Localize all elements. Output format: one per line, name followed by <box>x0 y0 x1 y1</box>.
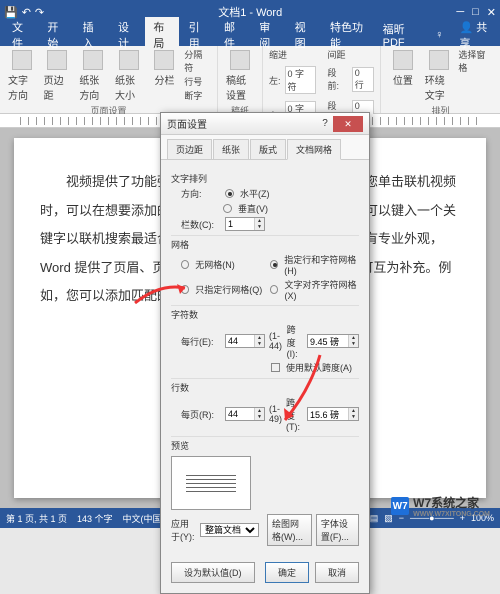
per-line-label: 每行(E): <box>181 335 221 348</box>
ribbon-group-page-setup: 文字方向 页边距 纸张方向 纸张大小 分栏 分隔符 行号 断字 页面设置 <box>0 46 218 113</box>
columns-spinner[interactable]: ▲▼ <box>225 217 265 231</box>
per-page-label: 每页(R): <box>181 408 221 421</box>
radio-vertical[interactable] <box>223 204 232 213</box>
preview-box <box>171 456 251 510</box>
status-words[interactable]: 143 个字 <box>77 512 113 525</box>
ribbon: 文字方向 页边距 纸张方向 纸张大小 分栏 分隔符 行号 断字 页面设置 稿纸设… <box>0 46 500 114</box>
apply-to-select[interactable]: 整篇文档 <box>200 523 259 537</box>
direction-label: 方向: <box>181 187 221 200</box>
radio-no-grid[interactable] <box>181 260 189 269</box>
selection-pane-button[interactable]: 选择窗格 <box>458 48 494 74</box>
line-count-label: 行数 <box>171 378 359 394</box>
margins-button[interactable]: 页边距 <box>42 48 74 104</box>
dialog-close-icon[interactable]: ✕ <box>333 116 363 132</box>
menu-bar: 文件 开始 插入 设计 布局 引用 邮件 审阅 视图 特色功能 福昕PDF ♀ … <box>0 24 500 46</box>
dialog-title: 页面设置 <box>167 116 317 131</box>
watermark-logo-icon: W7 <box>391 497 409 515</box>
dialog-body: 文字排列 方向: 水平(Z) 垂直(V) 栏数(C): ▲▼ 网格 无网格(N)… <box>161 160 369 556</box>
dialog-tab-layout[interactable]: 版式 <box>250 139 286 159</box>
radio-horizontal[interactable] <box>225 189 234 198</box>
dialog-tab-margins[interactable]: 页边距 <box>167 139 212 159</box>
watermark: W7 W7系统之家 WWW.W7XITONG.COM <box>391 494 490 518</box>
pitch-h-spinner[interactable]: ▲▼ <box>307 334 359 348</box>
dialog-tabs: 页边距 纸张 版式 文档网格 <box>161 135 369 160</box>
ribbon-group-paragraph: 缩进 左:0 字符 右:0 字符 间距 段前:0 行 段后:0 行 段落 <box>263 46 381 113</box>
radio-align-grid[interactable] <box>270 285 278 294</box>
pitch-h-label: 跨度(I): <box>287 323 303 359</box>
cancel-button[interactable]: 取消 <box>315 562 359 583</box>
orientation-button[interactable]: 纸张方向 <box>77 48 109 104</box>
dialog-tab-paper[interactable]: 纸张 <box>213 139 249 159</box>
text-direction-button[interactable]: 文字方向 <box>6 48 38 104</box>
watermark-url: WWW.W7XITONG.COM <box>413 511 490 518</box>
radio-spec-grid[interactable] <box>270 260 278 269</box>
tab-tellme[interactable]: ♀ <box>427 27 451 43</box>
font-settings-button[interactable]: 字体设置(F)... <box>316 514 359 546</box>
apply-to-label: 应用于(Y): <box>171 517 196 543</box>
columns-label: 栏数(C): <box>181 218 221 231</box>
dialog-footer: 设为默认值(D) 确定 取消 <box>161 556 369 593</box>
set-default-button[interactable]: 设为默认值(D) <box>171 562 255 583</box>
radio-line-grid[interactable] <box>181 285 189 294</box>
char-count-label: 字符数 <box>171 305 359 321</box>
spacing-before-input[interactable]: 0 行 <box>352 67 374 92</box>
status-language[interactable]: 中文(中国) <box>123 512 165 525</box>
ribbon-group-manuscript: 稿纸设置 稿纸 <box>218 46 263 113</box>
pitch-v-spinner[interactable]: ▲▼ <box>307 407 359 421</box>
per-page-spinner[interactable]: ▲▼ <box>225 407 265 421</box>
pitch-v-label: 跨度(T): <box>286 396 303 432</box>
breaks-button[interactable]: 分隔符 <box>184 48 211 74</box>
spacing-label: 间距 <box>328 48 375 61</box>
per-page-range: (1-49) <box>269 404 282 424</box>
position-button[interactable]: 位置 <box>387 48 419 89</box>
dialog-help-icon[interactable]: ? <box>317 118 333 129</box>
per-line-range: (1-44) <box>269 331 283 351</box>
preview-label: 预览 <box>171 436 359 452</box>
watermark-text: W7系统之家 <box>413 494 490 511</box>
text-arrange-label: 文字排列 <box>171 172 359 185</box>
dialog-tab-grid[interactable]: 文档网格 <box>287 139 341 160</box>
hyphenation-button[interactable]: 断字 <box>184 89 211 102</box>
view-print-icon[interactable]: ▤ <box>370 513 379 524</box>
use-default-checkbox[interactable] <box>271 363 280 372</box>
manuscript-button[interactable]: 稿纸设置 <box>224 48 256 104</box>
ribbon-group-arrange: 位置 环绕文字 选择窗格 排列 <box>381 46 500 113</box>
indent-left-input[interactable]: 0 字符 <box>285 66 316 94</box>
per-line-spinner[interactable]: ▲▼ <box>225 334 265 348</box>
ok-button[interactable]: 确定 <box>265 562 309 583</box>
wrap-text-button[interactable]: 环绕文字 <box>423 48 455 104</box>
page-setup-dialog: 页面设置 ? ✕ 页边距 纸张 版式 文档网格 文字排列 方向: 水平(Z) 垂… <box>160 112 370 594</box>
size-button[interactable]: 纸张大小 <box>113 48 145 104</box>
line-numbers-button[interactable]: 行号 <box>184 75 211 88</box>
dialog-titlebar[interactable]: 页面设置 ? ✕ <box>161 113 369 135</box>
columns-button[interactable]: 分栏 <box>149 48 181 89</box>
grid-label: 网格 <box>171 235 359 251</box>
draw-grid-button[interactable]: 绘图网格(W)... <box>267 514 312 546</box>
indent-label: 缩进 <box>269 48 316 61</box>
status-page[interactable]: 第 1 页, 共 1 页 <box>6 512 67 525</box>
